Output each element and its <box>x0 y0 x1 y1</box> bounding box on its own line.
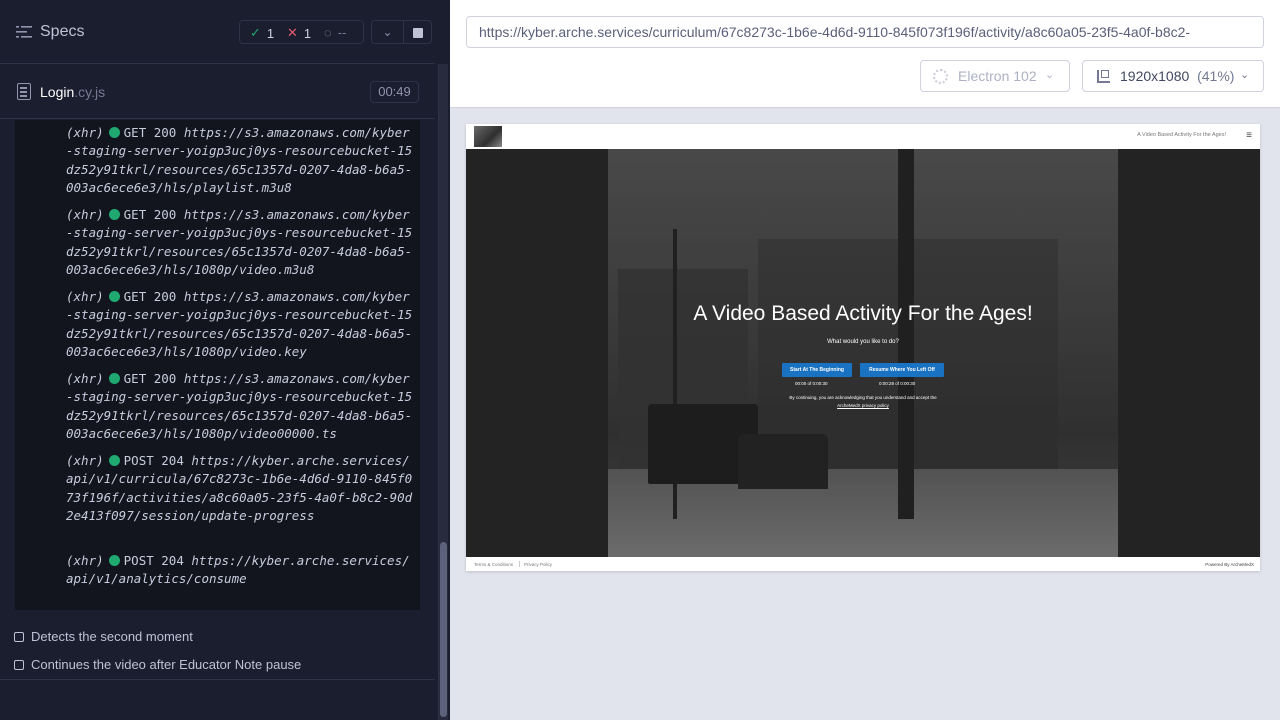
begin-time: 00:00 of 0:00:30 <box>795 381 828 386</box>
pending-count: -- <box>337 25 347 40</box>
spec-file-row[interactable]: Login.cy.js 00:49 <box>0 65 435 119</box>
start-at-beginning-button[interactable]: Start At The Beginning <box>782 363 852 377</box>
log-status: 200 <box>153 125 177 140</box>
hero-title: A Video Based Activity For the Ages! <box>693 302 1033 325</box>
privacy-link[interactable]: Privacy Policy <box>524 562 552 567</box>
failed-count: 1 <box>303 25 312 41</box>
log-type: (xhr) <box>66 453 104 468</box>
status-dot-icon <box>108 373 120 384</box>
browser-selector[interactable]: Electron 102 ⌄ <box>920 60 1070 92</box>
electron-icon <box>933 69 948 84</box>
reporter-scrollbar[interactable] <box>438 64 448 720</box>
failed-stat: ✕ 1 <box>287 25 311 41</box>
log-status: 200 <box>153 371 177 386</box>
status-dot-icon <box>108 455 120 466</box>
powered-by: Powered By ArcheMedX <box>1205 562 1254 567</box>
log-entry[interactable]: (xhr) POST 204 https://kyber.arche.servic… <box>66 452 416 525</box>
chevron-down-icon: ⌄ <box>382 25 393 39</box>
status-dot-icon <box>108 209 120 220</box>
log-status: 204 <box>161 553 184 568</box>
resume-time: 0:00:28 of 0:00:30 <box>879 381 916 386</box>
chevron-down-button[interactable]: ⌄ <box>371 20 404 44</box>
log-entry[interactable]: (xhr) GET 200 https://s3.amazonaws.com/ky… <box>66 288 416 361</box>
log-entry[interactable]: (xhr) GET 200 https://s3.amazonaws.com/ky… <box>66 124 416 197</box>
divider <box>0 679 435 680</box>
log-type: (xhr) <box>66 371 104 386</box>
log-entry[interactable]: (xhr) GET 200 https://s3.amazonaws.com/ky… <box>66 206 416 279</box>
reporter-panel: Specs ✓ 1 ✕ 1 ◌ -- ⌄ Login.cy.js 00:49 (… <box>0 0 450 720</box>
log-status: 200 <box>153 207 177 222</box>
test-stats: ✓ 1 ✕ 1 ◌ -- <box>239 20 364 44</box>
status-dot-icon <box>108 127 120 138</box>
log-entry[interactable]: (xhr) GET 200 https://s3.amazonaws.com/ky… <box>66 370 416 443</box>
status-dot-icon <box>108 555 120 566</box>
resume-button[interactable]: Resume Where You Left Off <box>860 363 944 377</box>
log-method: GET <box>123 207 147 222</box>
consent-text: By continuing, you are acknowledging tha… <box>466 394 1260 410</box>
status-dot-icon <box>108 291 120 302</box>
spec-file-name: Login.cy.js <box>40 84 105 100</box>
viewport-label: 1920x1080 (41%) <box>1120 68 1234 84</box>
log-entry[interactable]: (xhr) POST 204 https://kyber.arche.servic… <box>66 552 416 589</box>
pending-stat: ◌ -- <box>324 25 346 40</box>
browser-label: Electron 102 <box>958 68 1037 84</box>
log-type: (xhr) <box>66 125 104 140</box>
url-bar[interactable]: https://kyber.arche.services/curriculum/… <box>466 16 1264 48</box>
log-type: (xhr) <box>66 553 104 568</box>
terms-link[interactable]: Terms & Conditions <box>474 562 513 567</box>
app-logo[interactable] <box>474 126 502 147</box>
log-method: GET <box>123 289 147 304</box>
privacy-policy-link[interactable]: ArcheMedX privacy policy <box>837 403 889 408</box>
viewport-size: 1920x1080 <box>1120 68 1190 84</box>
document-icon <box>17 83 31 100</box>
test-item[interactable]: Detects the second moment <box>14 629 193 644</box>
consent-label: By continuing, you are acknowledging tha… <box>789 395 937 400</box>
viewport-icon <box>1097 70 1110 83</box>
viewport-selector[interactable]: 1920x1080 (41%) ⌄ <box>1082 60 1264 92</box>
specs-list-icon[interactable] <box>16 25 32 39</box>
test-title: Continues the video after Educator Note … <box>31 657 302 672</box>
test-status-icon <box>14 659 24 670</box>
scrollbar-thumb[interactable] <box>440 542 447 717</box>
aut-header: https://kyber.arche.services/curriculum/… <box>450 0 1280 108</box>
test-status-icon <box>14 631 24 642</box>
log-method: GET <box>123 125 147 140</box>
log-status: 200 <box>153 289 177 304</box>
check-icon: ✓ <box>250 25 261 40</box>
stop-icon <box>413 28 423 38</box>
passed-stat: ✓ 1 <box>250 25 274 41</box>
log-type: (xhr) <box>66 207 104 222</box>
spec-file-extension: .cy.js <box>74 84 106 100</box>
app-top-title: A Video Based Activity For the Ages! <box>1137 132 1226 138</box>
viewport-scale: (41%) <box>1197 68 1235 84</box>
spinner-icon: ◌ <box>324 25 332 40</box>
hamburger-menu-icon[interactable]: ≡ <box>1246 131 1252 141</box>
reporter-header: Specs ✓ 1 ✕ 1 ◌ -- ⌄ <box>0 0 435 64</box>
log-method: GET <box>123 371 147 386</box>
log-type: (xhr) <box>66 289 104 304</box>
spec-duration: 00:49 <box>370 81 419 103</box>
app-footer: Terms & Conditions Privacy Policy Powere… <box>466 557 1260 571</box>
log-status: 204 <box>161 453 184 468</box>
cross-icon: ✕ <box>287 25 298 40</box>
test-item[interactable]: Continues the video after Educator Note … <box>14 657 301 672</box>
test-title: Detects the second moment <box>31 629 193 644</box>
divider <box>519 561 520 567</box>
hero-subtitle: What would you like to do? <box>827 339 899 345</box>
log-method: POST <box>123 553 154 568</box>
app-preview: A Video Based Activity For the Ages! ≡ A… <box>466 124 1260 571</box>
stop-button[interactable] <box>404 20 432 44</box>
chevron-down-icon: ⌄ <box>1240 69 1250 81</box>
chevron-down-icon: ⌄ <box>1045 69 1055 81</box>
log-method: POST <box>123 453 154 468</box>
specs-title[interactable]: Specs <box>40 23 84 41</box>
passed-count: 1 <box>266 25 275 41</box>
app-topbar: A Video Based Activity For the Ages! ≡ <box>466 124 1260 149</box>
spec-file-basename: Login <box>40 84 75 100</box>
command-log: (xhr) GET 200 https://s3.amazonaws.com/ky… <box>15 120 420 610</box>
hero-banner: A Video Based Activity For the Ages! Wha… <box>466 149 1260 557</box>
